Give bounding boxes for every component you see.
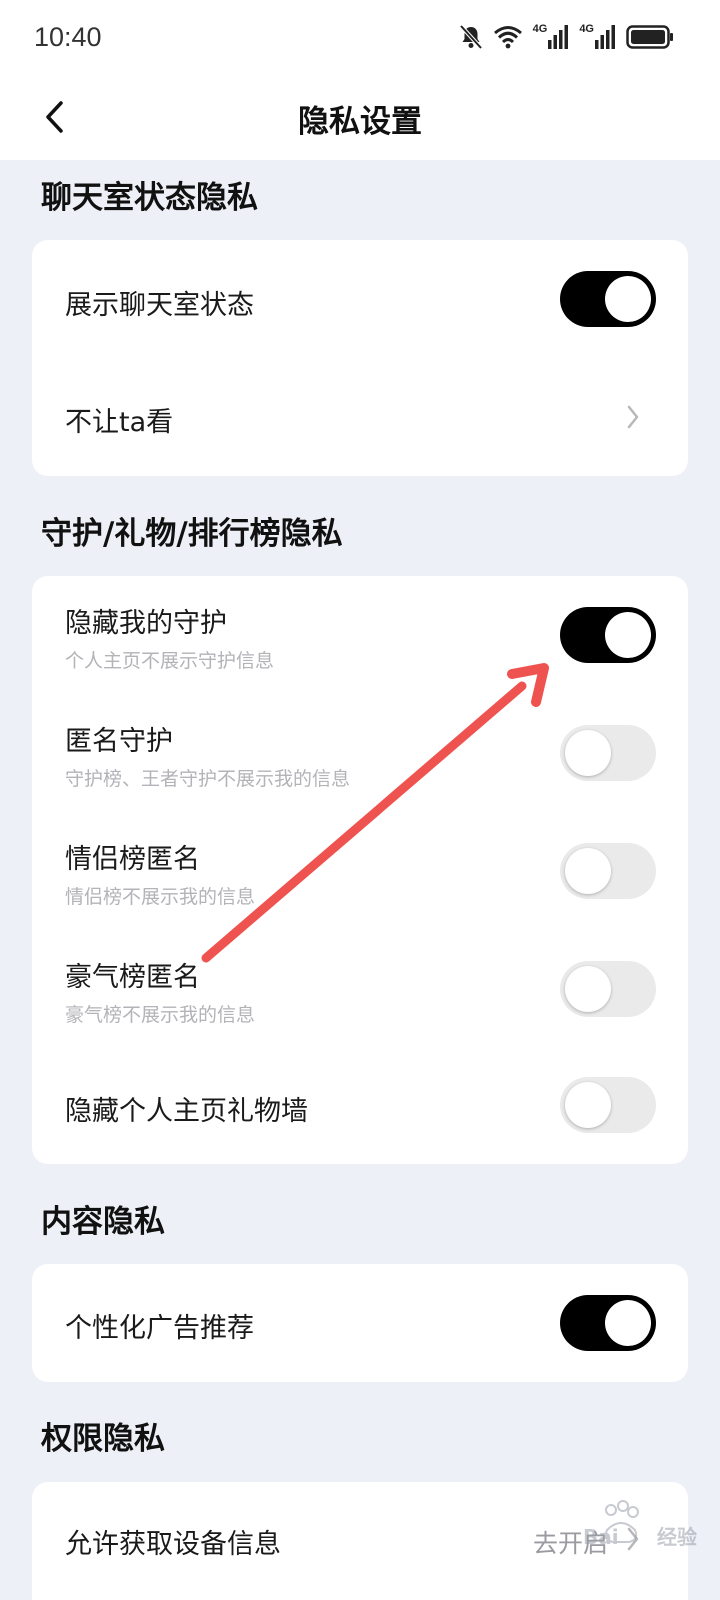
toggle-knob — [605, 1300, 651, 1346]
row-anon-guard: 匿名守护 守护榜、王者守护不展示我的信息 — [32, 694, 688, 812]
personalized-ads-toggle[interactable] — [560, 1295, 656, 1351]
toggle-knob — [565, 1082, 611, 1128]
svg-text:经验: 经验 — [657, 1525, 697, 1549]
section-title-chatroom: 聊天室状态隐私 — [41, 180, 258, 216]
battery-icon — [626, 25, 673, 49]
row-personalized-ads: 个性化广告推荐 — [32, 1264, 688, 1382]
wifi-icon — [493, 26, 522, 49]
toggle-knob — [565, 730, 611, 776]
row-hide-from[interactable]: 不让ta看 — [32, 358, 688, 476]
toggle-knob — [565, 848, 611, 894]
svg-text:Bai: Bai — [583, 1525, 619, 1549]
section-title-permission: 权限隐私 — [41, 1421, 165, 1457]
show-chatroom-status-toggle[interactable] — [560, 271, 656, 327]
card-chatroom: 展示聊天室状态 不让ta看 — [32, 240, 688, 476]
baidu-watermark-logo: Bai 经验 — [583, 1500, 697, 1549]
row-label: 豪气榜匿名 — [65, 962, 200, 993]
row-label: 展示聊天室状态 — [65, 290, 254, 321]
row-sublabel: 情侣榜不展示我的信息 — [65, 886, 256, 908]
cell-signal-1: 4G — [533, 24, 570, 50]
couple-anon-toggle[interactable] — [560, 843, 656, 899]
anon-guard-toggle[interactable] — [560, 725, 656, 781]
app-header: 隐私设置 — [0, 76, 720, 160]
hide-guard-toggle[interactable] — [560, 607, 656, 663]
row-label: 不让ta看 — [65, 407, 174, 438]
row-sublabel: 个人主页不展示守护信息 — [65, 650, 275, 672]
cell-signal-2: 4G — [579, 24, 616, 50]
status-time: 10:40 — [34, 22, 102, 52]
row-label: 允许获取设备信息 — [65, 1529, 281, 1560]
network-type-label: 4G — [532, 23, 548, 35]
row-label: 个性化广告推荐 — [65, 1313, 254, 1344]
section-title-content: 内容隐私 — [41, 1204, 165, 1240]
row-rich-anon: 豪气榜匿名 豪气榜不展示我的信息 — [32, 930, 688, 1048]
row-sublabel: 守护榜、王者守护不展示我的信息 — [65, 768, 351, 790]
row-label: 隐藏我的守护 — [65, 608, 227, 639]
status-bar: 10:40 4G 4G — [0, 0, 720, 76]
row-show-chatroom-status: 展示聊天室状态 — [32, 240, 688, 358]
hide-giftwall-toggle[interactable] — [560, 1077, 656, 1133]
row-hide-giftwall: 隐藏个人主页礼物墙 — [32, 1046, 688, 1164]
bell-off-icon — [459, 24, 483, 50]
row-label: 隐藏个人主页礼物墙 — [65, 1096, 308, 1127]
toggle-knob — [565, 966, 611, 1012]
rich-anon-toggle[interactable] — [560, 961, 656, 1017]
signal-icon — [548, 25, 569, 49]
row-label: 情侣榜匿名 — [65, 844, 200, 875]
row-couple-anon: 情侣榜匿名 情侣榜不展示我的信息 — [32, 812, 688, 930]
card-guard: 隐藏我的守护 个人主页不展示守护信息 匿名守护 守护榜、王者守护不展示我的信息 … — [32, 576, 688, 1164]
page-title: 隐私设置 — [298, 104, 422, 140]
row-hide-guard: 隐藏我的守护 个人主页不展示守护信息 — [32, 576, 688, 694]
toggle-knob — [605, 276, 651, 322]
network-type-label: 4G — [579, 23, 594, 35]
chevron-right-icon — [627, 405, 639, 429]
signal-icon — [595, 25, 615, 49]
row-label: 匿名守护 — [65, 726, 173, 757]
row-sublabel: 豪气榜不展示我的信息 — [65, 1004, 256, 1026]
toggle-knob — [605, 612, 651, 658]
section-title-guard: 守护/礼物/排行榜隐私 — [41, 516, 343, 552]
status-icons: 4G 4G — [459, 22, 674, 52]
card-content: 个性化广告推荐 — [32, 1264, 688, 1382]
